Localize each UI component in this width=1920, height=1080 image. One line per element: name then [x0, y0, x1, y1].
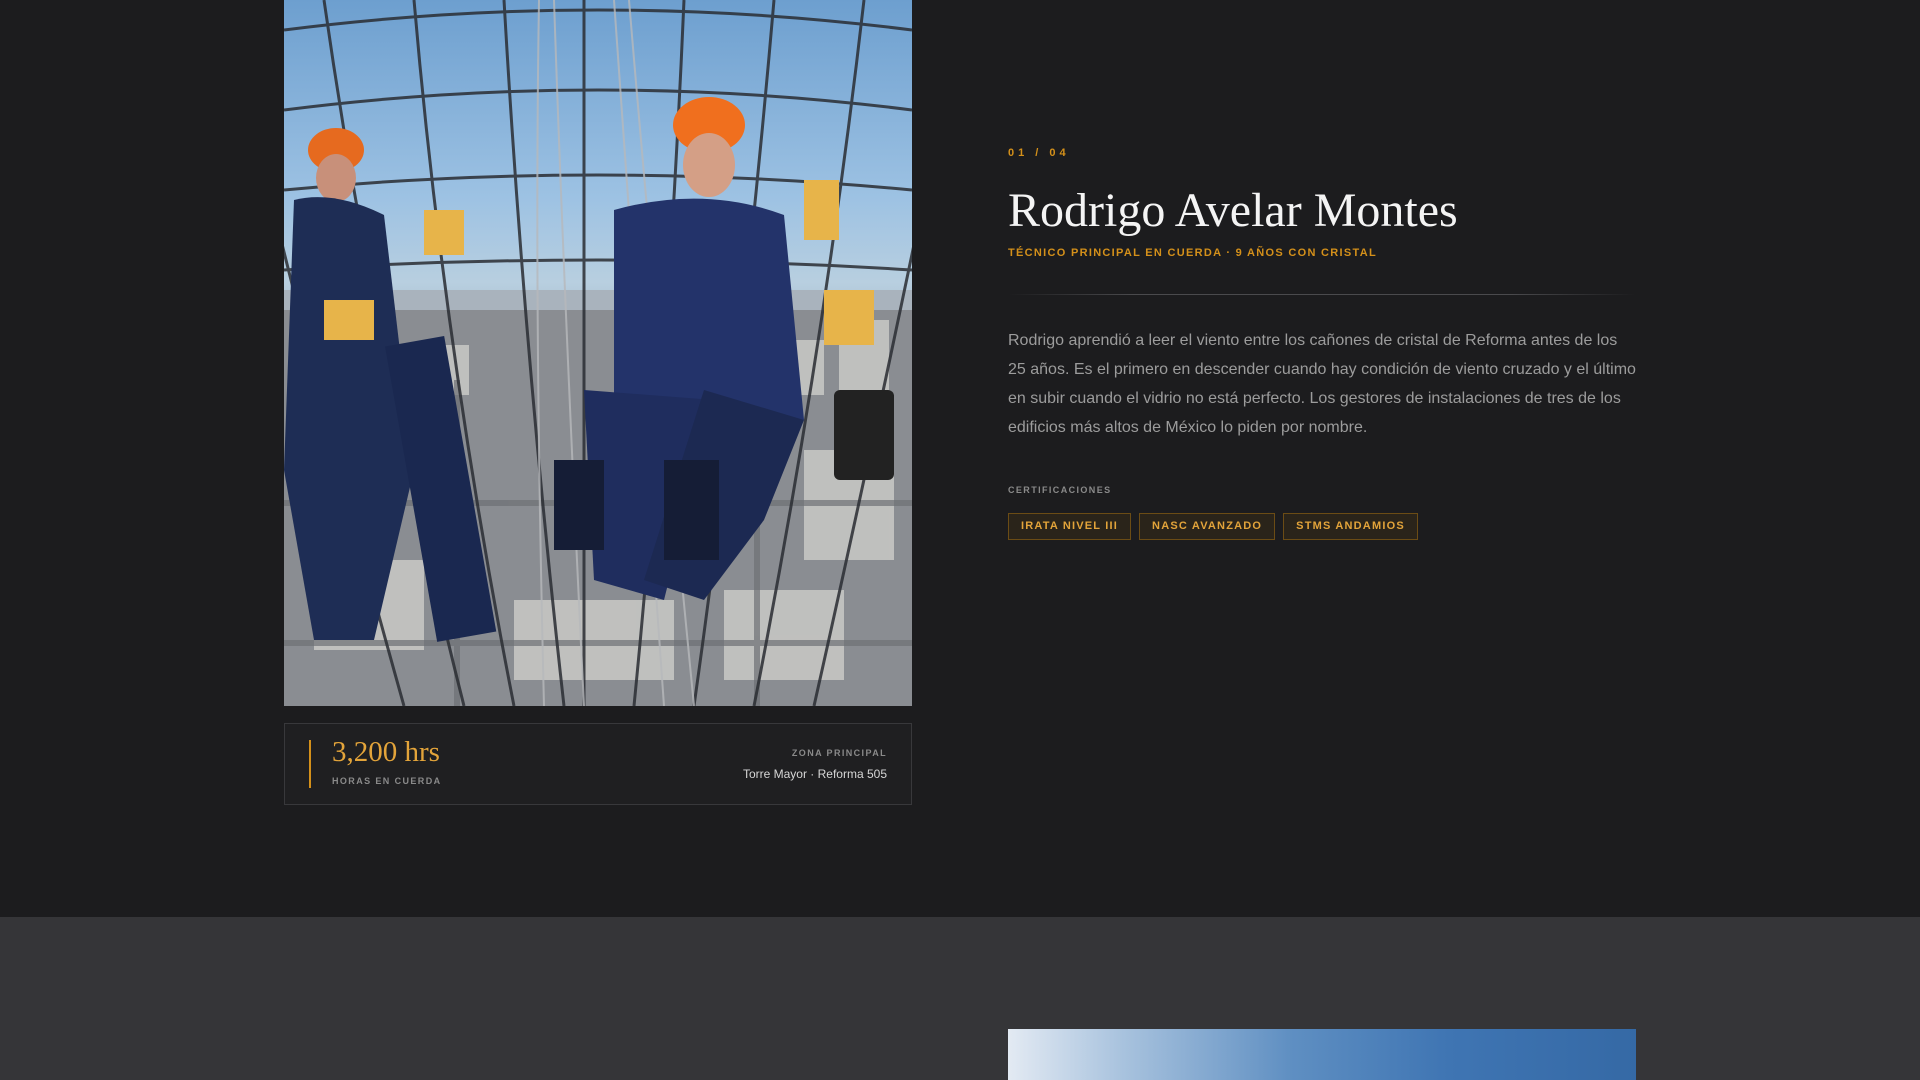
- member-name: Rodrigo Avelar Montes: [1008, 184, 1458, 237]
- divider: [1008, 294, 1636, 295]
- zone-value: Torre Mayor · Reforma 505: [742, 767, 887, 781]
- rope-access-workers-image: [284, 0, 912, 706]
- team-member-slide: 3,200 hrs HORAS EN CUERDA ZONA PRINCIPAL…: [0, 0, 1920, 917]
- member-bio: Rodrigo aprendió a leer el viento entre …: [1008, 332, 1636, 436]
- certification-badge: IRATA NIVEL III: [1008, 513, 1132, 540]
- certification-badge: STMS ANDAMIOS: [1283, 513, 1418, 540]
- accent-bar: [309, 740, 311, 788]
- certifications-list: IRATA NIVEL III NASC AVANZADO STMS ANDAM…: [1008, 513, 1418, 540]
- certification-badge: NASC AVANZADO: [1139, 513, 1276, 540]
- next-member-photo: [1008, 1029, 1636, 1080]
- certifications-label: CERTIFICACIONES: [1008, 485, 1112, 495]
- hours-label: HORAS EN CUERDA: [332, 776, 442, 786]
- team-member-photo: [284, 0, 912, 706]
- zone-label: ZONA PRINCIPAL: [791, 748, 887, 758]
- hours-value: 3,200 hrs: [332, 736, 440, 768]
- member-role: TÉCNICO PRINCIPAL EN CUERDA · 9 AÑOS CON…: [1008, 247, 1377, 259]
- stats-card: 3,200 hrs HORAS EN CUERDA ZONA PRINCIPAL…: [284, 723, 912, 805]
- slide-counter: 01 / 04: [1008, 147, 1070, 159]
